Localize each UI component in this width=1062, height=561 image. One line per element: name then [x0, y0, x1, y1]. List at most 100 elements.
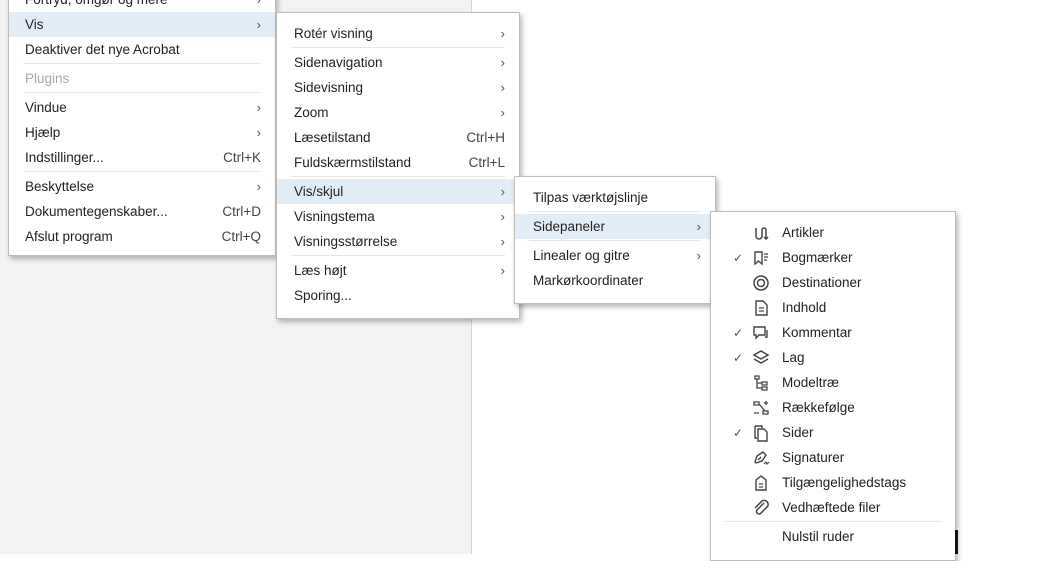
- menu-item-label: Plugins: [25, 71, 70, 86]
- menu-item-shortcut: Ctrl+L: [468, 155, 505, 170]
- main-menu: Fortryd, omgør og mere › Vis › Deaktiver det…: [8, 0, 276, 256]
- menu-item-zoom[interactable]: Zoom ›: [277, 100, 519, 125]
- menu-item-label: Sider: [782, 425, 814, 440]
- menu-item-sider[interactable]: ✓ Sider: [711, 420, 955, 445]
- destination-icon: [753, 275, 769, 291]
- window-edge: [955, 530, 958, 554]
- menu-item-label: Tilgængelighedstags: [782, 475, 907, 490]
- menu-item-indstillinger[interactable]: Indstillinger... Ctrl+K: [9, 145, 275, 170]
- menu-item-bogm-rker[interactable]: ✓ Bogmærker: [711, 245, 955, 270]
- menu-item-nulstil-ruder[interactable]: Nulstil ruder: [711, 524, 955, 549]
- menu-item-label: Hjælp: [25, 125, 61, 140]
- menu-item-afslut-program[interactable]: Afslut program Ctrl+Q: [9, 224, 275, 249]
- attachment-icon: [754, 499, 769, 515]
- menu-item-label: Indhold: [782, 300, 827, 315]
- chevron-right-icon: ›: [256, 17, 261, 32]
- menu-item-dokumentegenskaber[interactable]: Dokumentegenskaber... Ctrl+D: [9, 199, 275, 224]
- layers-icon: [752, 350, 770, 364]
- chevron-right-icon: ›: [696, 219, 701, 234]
- menu-item-linealer-og-gitre[interactable]: Linealer og gitre ›: [515, 243, 715, 268]
- menu-item-label: Kommentar: [782, 325, 852, 340]
- pages-icon: [754, 425, 768, 442]
- model-tree-icon: [754, 375, 768, 391]
- menu-item-label: Destinationer: [782, 275, 862, 290]
- menu-item-rote-r-visning[interactable]: Rotér visning ›: [277, 21, 519, 46]
- menu-item-label: Vedhæftede filer: [782, 500, 881, 515]
- menu-item-label: Læs højt: [294, 263, 347, 278]
- menu-item-label: Vis/skjul: [294, 184, 344, 199]
- checkmark-icon: ✓: [733, 250, 744, 265]
- menu-item-beskyttelse[interactable]: Beskyttelse ›: [9, 174, 275, 199]
- checkmark-icon: ✓: [733, 350, 744, 365]
- chevron-right-icon: ›: [500, 105, 505, 120]
- accessibility-tags-icon: [755, 475, 767, 491]
- checkmark-icon: ✓: [733, 425, 744, 440]
- menu-item-hj-lp[interactable]: Hjælp ›: [9, 120, 275, 145]
- menu-item-label: Rækkefølge: [782, 400, 855, 415]
- menu-item-vedh-ftede-filer[interactable]: Vedhæftede filer: [711, 495, 955, 520]
- menu-item-label: Signaturer: [782, 450, 845, 465]
- menu-item-signaturer[interactable]: Signaturer: [711, 445, 955, 470]
- menu-item-artikler[interactable]: Artikler: [711, 220, 955, 245]
- vis-submenu: Rotér visning › Sidenavigation › Sidevisning…: [276, 12, 520, 319]
- chevron-right-icon: ›: [257, 0, 261, 7]
- menu-item-mark-rkoordinater[interactable]: Markørkoordinater: [515, 268, 715, 293]
- menu-item-visningstema[interactable]: Visningstema ›: [277, 204, 519, 229]
- menu-item-visningsst-rrelse[interactable]: Visningsstørrelse ›: [277, 229, 519, 254]
- menu-item-sidevisning[interactable]: Sidevisning ›: [277, 75, 519, 100]
- menu-item-label: Beskyttelse: [25, 179, 95, 194]
- menu-item-vis-skjul[interactable]: Vis/skjul ›: [277, 179, 519, 204]
- menu-item-label: Linealer og gitre: [533, 248, 630, 263]
- sidepaneler-submenu: Artikler ✓ Bogmærker Destinationer Indhold ✓ K…: [710, 211, 956, 561]
- menu-item-label: Artikler: [782, 225, 825, 240]
- menu-item-label: Fuldskærmstilstand: [294, 155, 412, 170]
- menu-item-shortcut: Ctrl+Q: [221, 229, 261, 244]
- menu-item-shortcut: Ctrl+D: [222, 204, 261, 219]
- menu-item-label: Fortryd, omgør og mere: [25, 0, 168, 7]
- menu-item-label: Sidenavigation: [294, 55, 383, 70]
- menu-item-label: Visningsstørrelse: [294, 234, 398, 249]
- chevron-right-icon: ›: [696, 248, 701, 263]
- menu-item-indhold[interactable]: Indhold: [711, 295, 955, 320]
- menu-item-label: Sidevisning: [294, 80, 364, 95]
- menu-item-label: Sidepaneler: [533, 219, 606, 234]
- vis-skjul-submenu: Tilpas værktøjslinje Sidepaneler › Linealer…: [514, 176, 716, 304]
- menu-item-shortcut: Ctrl+K: [223, 150, 261, 165]
- menu-item-vindue[interactable]: Vindue ›: [9, 95, 275, 120]
- menu-item-tilg-ngelighedstags[interactable]: Tilgængelighedstags: [711, 470, 955, 495]
- menu-item-lag[interactable]: ✓ Lag: [711, 345, 955, 370]
- menu-item-label: Rotér visning: [294, 26, 373, 41]
- menu-item-plugins[interactable]: Plugins: [9, 66, 275, 91]
- menu-item-modeltr[interactable]: Modeltræ: [711, 370, 955, 395]
- menu-item-tilpas-v-rkt-jslinje[interactable]: Tilpas værktøjslinje: [515, 185, 715, 210]
- chevron-right-icon: ›: [256, 179, 261, 194]
- chevron-right-icon: ›: [256, 100, 261, 115]
- menu-item-r-kkef-lge[interactable]: Rækkefølge: [711, 395, 955, 420]
- chevron-right-icon: ›: [500, 209, 505, 224]
- menu-item-fortryd-omg-r-og-mere[interactable]: Fortryd, omgør og mere ›: [9, 0, 275, 12]
- menu-item-sporing[interactable]: Sporing...: [277, 283, 519, 308]
- chevron-right-icon: ›: [500, 184, 505, 199]
- menu-item-vis[interactable]: Vis ›: [9, 12, 275, 37]
- menu-item-label: Markørkoordinater: [533, 273, 644, 288]
- menu-item-label: Afslut program: [25, 229, 113, 244]
- menu-item-sidenavigation[interactable]: Sidenavigation ›: [277, 50, 519, 75]
- menu-item-l-s-h-jt[interactable]: Læs højt ›: [277, 258, 519, 283]
- menu-item-label: Vis: [25, 17, 44, 32]
- order-icon: [753, 401, 769, 415]
- menu-item-l-setilstand[interactable]: Læsetilstand Ctrl+H: [277, 125, 519, 150]
- menu-item-label: Zoom: [294, 105, 329, 120]
- bookmark-icon: [754, 251, 768, 266]
- chevron-right-icon: ›: [256, 125, 261, 140]
- menu-item-kommentar[interactable]: ✓ Kommentar: [711, 320, 955, 345]
- chevron-right-icon: ›: [500, 80, 505, 95]
- menu-item-sidepaneler[interactable]: Sidepaneler ›: [515, 214, 715, 239]
- menu-item-label: Visningstema: [294, 209, 375, 224]
- menu-item-label: Deaktiver det nye Acrobat: [25, 42, 180, 57]
- menu-item-deaktiver-det-nye-acrobat[interactable]: Deaktiver det nye Acrobat: [9, 37, 275, 62]
- chevron-right-icon: ›: [500, 234, 505, 249]
- menu-item-destinationer[interactable]: Destinationer: [711, 270, 955, 295]
- chevron-right-icon: ›: [500, 26, 505, 41]
- chevron-right-icon: ›: [500, 55, 505, 70]
- menu-item-fuldsk-rmstilstand[interactable]: Fuldskærmstilstand Ctrl+L: [277, 150, 519, 175]
